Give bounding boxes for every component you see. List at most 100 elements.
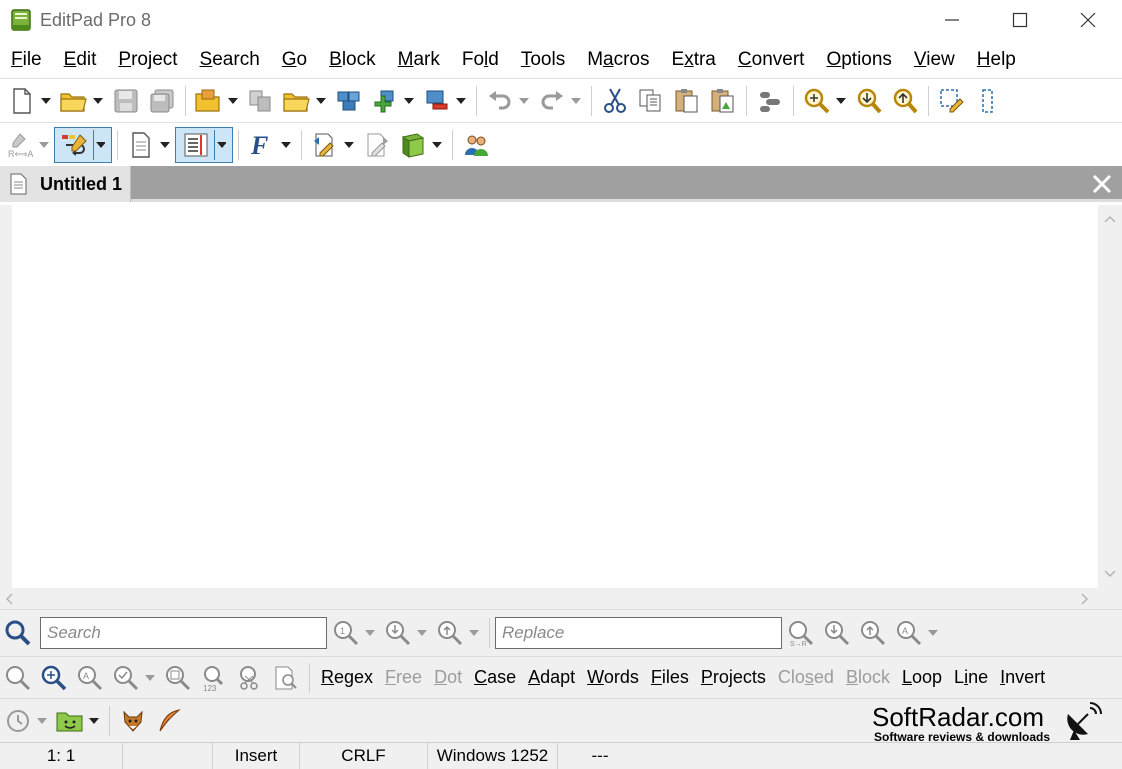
- status-insert-mode[interactable]: Insert: [213, 742, 300, 769]
- mark-matches-icon[interactable]: [111, 663, 141, 693]
- undo-dropdown-icon[interactable]: [518, 86, 530, 116]
- scroll-left-icon[interactable]: [0, 588, 20, 609]
- file-type-dropdown-icon[interactable]: [159, 130, 171, 160]
- save-icon[interactable]: [111, 86, 141, 116]
- search-first-icon[interactable]: 1: [331, 618, 361, 648]
- project-blocks-icon[interactable]: [334, 86, 364, 116]
- menu-block[interactable]: Block: [318, 49, 386, 71]
- search-in-files-icon[interactable]: [271, 663, 301, 693]
- search-previous-icon[interactable]: [435, 618, 465, 648]
- open-project-icon[interactable]: [194, 86, 224, 116]
- fox-icon[interactable]: [118, 706, 148, 736]
- horizontal-scrollbar[interactable]: [0, 588, 1098, 609]
- redo-dropdown-icon[interactable]: [570, 86, 582, 116]
- replace-all-dropdown-icon[interactable]: [927, 618, 939, 648]
- new-file-icon[interactable]: [7, 86, 37, 116]
- search-history-icon[interactable]: [3, 663, 33, 693]
- font-dropdown-icon[interactable]: [280, 130, 292, 160]
- option-free[interactable]: Free: [385, 667, 422, 688]
- status-line-break[interactable]: CRLF: [300, 742, 428, 769]
- fold-matches-icon[interactable]: A: [75, 663, 105, 693]
- remove-from-project-icon[interactable]: [422, 86, 452, 116]
- menu-go[interactable]: Go: [271, 49, 318, 71]
- replace-icon[interactable]: S→R: [786, 618, 816, 648]
- menu-options[interactable]: Options: [815, 49, 902, 71]
- highlight-matches-icon[interactable]: [39, 663, 69, 693]
- option-line[interactable]: Line: [954, 667, 988, 688]
- option-files[interactable]: Files: [651, 667, 689, 688]
- menu-file[interactable]: File: [0, 49, 53, 71]
- clipboard-history-icon[interactable]: [755, 86, 785, 116]
- menu-macros[interactable]: Macros: [576, 49, 660, 71]
- copy-files-icon[interactable]: [246, 86, 276, 116]
- text-editor[interactable]: [12, 205, 1098, 588]
- option-block[interactable]: Block: [846, 667, 890, 688]
- folder-icon[interactable]: [282, 86, 312, 116]
- collaboration-icon[interactable]: [461, 130, 491, 160]
- word-wrap-toggle[interactable]: [54, 126, 112, 163]
- scroll-up-icon[interactable]: [1098, 209, 1122, 229]
- minimize-button[interactable]: [918, 0, 986, 40]
- save-all-icon[interactable]: [147, 86, 177, 116]
- mark-matches-dropdown-icon[interactable]: [144, 663, 156, 693]
- quill-icon[interactable]: [154, 706, 184, 736]
- replace-previous-icon[interactable]: [858, 618, 888, 648]
- maximize-button[interactable]: [986, 0, 1054, 40]
- menu-view[interactable]: View: [903, 49, 966, 71]
- option-projects[interactable]: Projects: [701, 667, 766, 688]
- history-icon[interactable]: [3, 706, 33, 736]
- remove-from-project-dropdown-icon[interactable]: [455, 86, 467, 116]
- text-direction-dropdown-icon[interactable]: [38, 130, 50, 160]
- add-to-project-dropdown-icon[interactable]: [403, 86, 415, 116]
- option-invert[interactable]: Invert: [1000, 667, 1045, 688]
- scroll-down-icon[interactable]: [1098, 564, 1122, 584]
- paste-special-icon[interactable]: [708, 86, 738, 116]
- menu-convert[interactable]: Convert: [727, 49, 816, 71]
- paste-icon[interactable]: [672, 86, 702, 116]
- replace-next-icon[interactable]: [822, 618, 852, 648]
- edit-clip-icon[interactable]: [310, 130, 340, 160]
- text-direction-icon[interactable]: R⟺A: [5, 130, 35, 160]
- search-previous-dropdown-icon[interactable]: [468, 618, 480, 648]
- find-previous-icon[interactable]: [890, 86, 920, 116]
- replace-all-icon[interactable]: A: [894, 618, 924, 648]
- option-words[interactable]: Words: [587, 667, 639, 688]
- tab-untitled-1[interactable]: Untitled 1: [0, 166, 131, 202]
- menu-tools[interactable]: Tools: [510, 49, 576, 71]
- history-dropdown-icon[interactable]: [36, 706, 48, 736]
- menu-help[interactable]: Help: [966, 49, 1027, 71]
- column-selection-icon[interactable]: [973, 86, 1003, 116]
- copy-icon[interactable]: [636, 86, 666, 116]
- find-icon[interactable]: [802, 86, 832, 116]
- line-numbers-toggle[interactable]: [175, 126, 233, 163]
- smiley-folder-icon[interactable]: [55, 706, 85, 736]
- collect-matches-icon[interactable]: [163, 663, 193, 693]
- notebook-icon[interactable]: [398, 130, 428, 160]
- vertical-scrollbar[interactable]: [1098, 205, 1122, 588]
- search-first-dropdown-icon[interactable]: [364, 618, 376, 648]
- cut-matches-icon[interactable]: [235, 663, 265, 693]
- option-closed[interactable]: Closed: [778, 667, 834, 688]
- file-type-icon[interactable]: [126, 130, 156, 160]
- replace-input[interactable]: Replace: [495, 617, 782, 649]
- menu-mark[interactable]: Mark: [387, 49, 451, 71]
- redo-icon[interactable]: [537, 86, 567, 116]
- undo-icon[interactable]: [485, 86, 515, 116]
- edit-clip-dropdown-icon[interactable]: [343, 130, 355, 160]
- menu-fold[interactable]: Fold: [451, 49, 510, 71]
- option-regex[interactable]: Regex: [321, 667, 373, 688]
- close-tab-button[interactable]: [1088, 170, 1116, 198]
- option-adapt[interactable]: Adapt: [528, 667, 575, 688]
- search-next-dropdown-icon[interactable]: [416, 618, 428, 648]
- open-file-icon[interactable]: [59, 86, 89, 116]
- search-input[interactable]: Search: [40, 617, 327, 649]
- insert-clip-icon[interactable]: [362, 130, 392, 160]
- word-wrap-dropdown-icon[interactable]: [93, 129, 105, 160]
- find-dropdown-icon[interactable]: [835, 86, 847, 116]
- search-next-icon[interactable]: [383, 618, 413, 648]
- line-numbers-dropdown-icon[interactable]: [214, 129, 226, 160]
- scroll-right-icon[interactable]: [1074, 588, 1094, 609]
- menu-edit[interactable]: Edit: [53, 49, 108, 71]
- font-icon[interactable]: F: [247, 130, 277, 160]
- close-window-button[interactable]: [1054, 0, 1122, 40]
